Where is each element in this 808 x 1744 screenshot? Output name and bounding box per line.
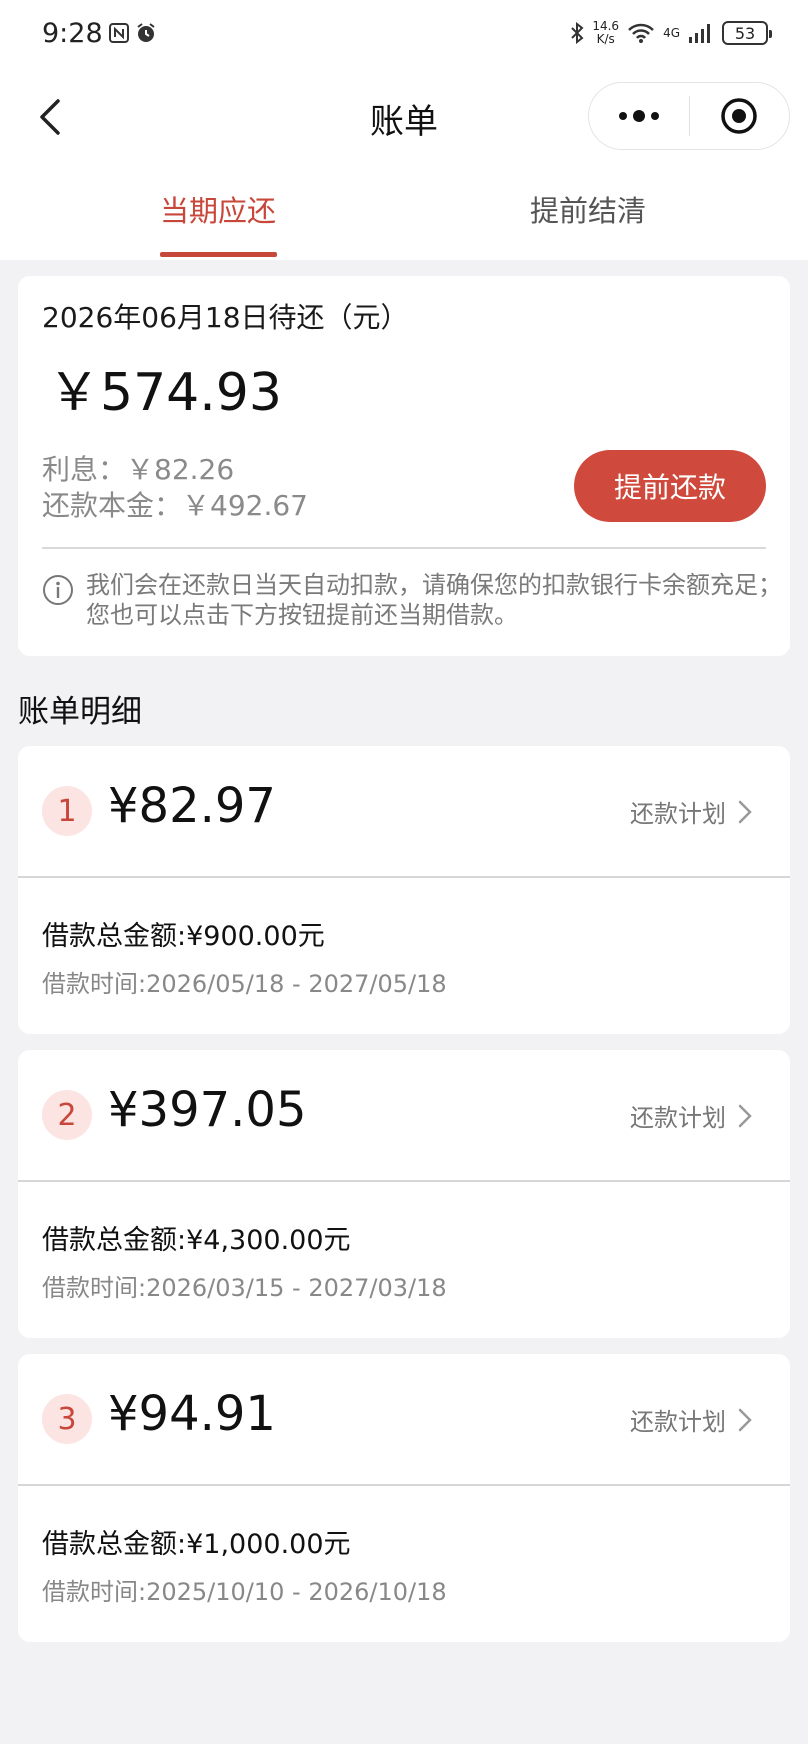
prepay-button[interactable]: 提前还款 [574,450,766,522]
bill-divider [18,876,790,878]
chevron-right-icon [738,1104,752,1127]
bill-card: 1 ¥82.97 还款计划 借款总金额:¥900.00元 借款时间:2026/0… [18,746,790,1034]
chevron-right-icon [738,800,752,823]
nfc-icon [108,23,129,43]
bill-index-badge: 2 [42,1090,92,1140]
target-close-icon [721,98,757,134]
summary-divider [42,547,766,549]
network-type: 4G [663,26,680,40]
bill-amount: ¥82.97 [108,778,276,834]
nav-bar: 账单 [0,66,808,168]
bill-amount: ¥94.91 [108,1386,276,1442]
wifi-icon [628,23,654,43]
due-summary-card: 2026年06月18日待还（元） ￥574.93 利息：￥82.26 还款本金：… [18,276,790,656]
more-dots-icon [618,110,659,122]
loan-total-amount: 借款总金额:¥900.00元 [42,921,325,952]
principal-amount: 还款本金：￥492.67 [42,489,308,522]
bill-header: 3 ¥94.91 还款计划 [18,1354,790,1484]
loan-period: 借款时间:2025/10/10 - 2026/10/18 [42,1578,447,1606]
alarm-icon [137,23,155,42]
loan-period: 借款时间:2026/03/15 - 2027/03/18 [42,1274,447,1302]
bill-details-title: 账单明细 [18,694,142,730]
status-right: 14.6 K/s 4G 53 [570,20,772,46]
signal-icon [689,24,710,43]
tab-early-settlement[interactable]: 提前结清 [478,188,698,230]
loan-total-amount: 借款总金额:¥1,000.00元 [42,1529,351,1560]
interest-amount: 利息：￥82.26 [42,453,235,486]
tab-bar: 当期应还 提前结清 [0,168,808,260]
auto-debit-notice: 我们会在还款日当天自动扣款，请确保您的扣款银行卡余额充足；您也可以点击下方按钮提… [86,571,782,629]
bill-card: 3 ¥94.91 还款计划 借款总金额:¥1,000.00元 借款时间:2025… [18,1354,790,1642]
repayment-plan-link[interactable]: 还款计划 [630,1402,752,1437]
loan-total-amount: 借款总金额:¥4,300.00元 [42,1225,351,1256]
bill-header: 1 ¥82.97 还款计划 [18,746,790,876]
bill-divider [18,1180,790,1182]
due-date-label: 2026年06月18日待还（元） [42,301,409,334]
more-button[interactable] [589,82,689,150]
repayment-plan-label: 还款计划 [630,1104,726,1132]
net-speed-unit: K/s [596,32,615,46]
battery-icon: 53 [722,21,772,45]
info-icon [43,575,73,605]
bill-divider [18,1484,790,1486]
bill-amount: ¥397.05 [108,1082,307,1138]
repayment-plan-link[interactable]: 还款计划 [630,1098,752,1133]
loan-period: 借款时间:2026/05/18 - 2027/05/18 [42,970,447,998]
repayment-plan-label: 还款计划 [630,800,726,828]
status-left: 9:28 [42,18,157,49]
net-speed: 14.6 K/s [592,20,619,46]
active-tab-indicator [160,252,277,257]
chevron-right-icon [738,1408,752,1431]
repayment-plan-link[interactable]: 还款计划 [630,794,752,829]
battery-level: 53 [734,23,756,43]
repayment-plan-label: 还款计划 [630,1408,726,1436]
tab-current-due[interactable]: 当期应还 [108,188,328,230]
close-mini-program-button[interactable] [690,82,790,150]
status-time: 9:28 [42,17,103,49]
bill-card: 2 ¥397.05 还款计划 借款总金额:¥4,300.00元 借款时间:202… [18,1050,790,1338]
status-bar: 9:28 14.6 K/s 4G 53 [0,0,808,66]
bill-header: 2 ¥397.05 还款计划 [18,1050,790,1180]
due-amount: ￥574.93 [48,363,282,423]
bluetooth-icon [571,22,584,44]
bill-index-badge: 3 [42,1394,92,1444]
bill-index-badge: 1 [42,786,92,836]
mini-program-capsule [588,82,790,150]
